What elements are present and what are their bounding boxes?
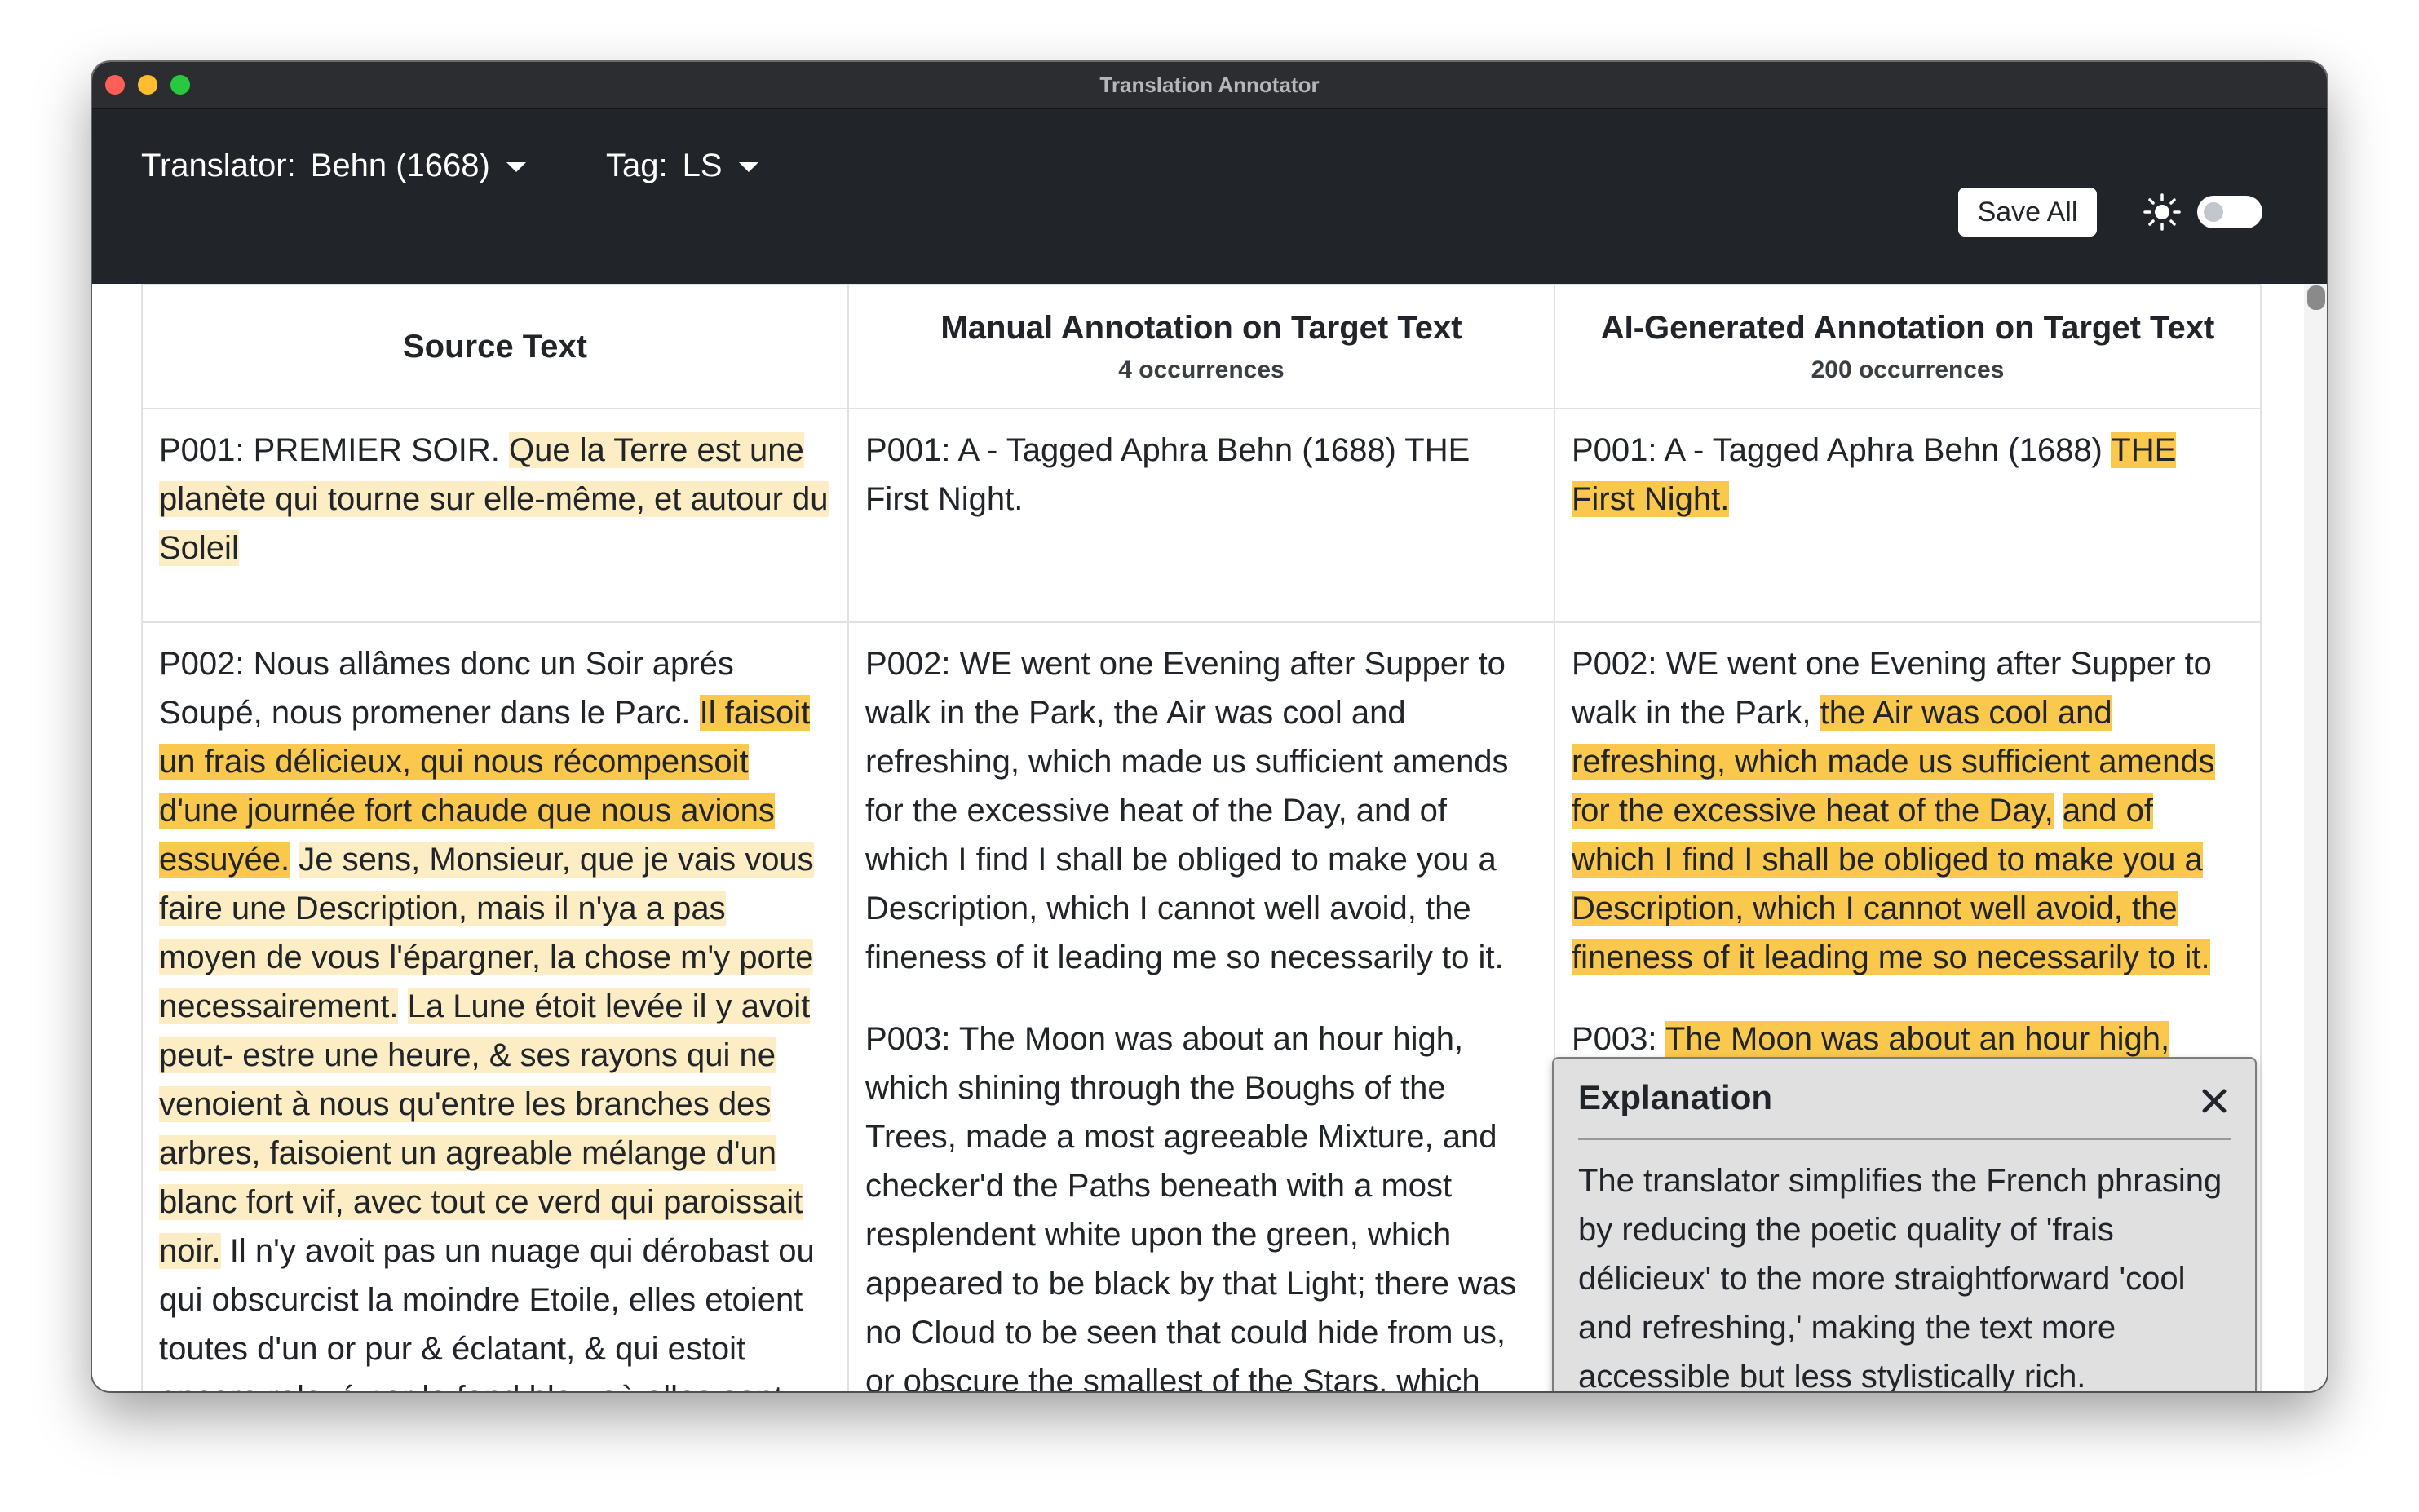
toolbar: Translator: Behn (1668) Tag: LS Save All [92,109,2327,284]
text-segment: P001: PREMIER SOIR. [159,432,510,468]
tag-label: Tag: [606,148,668,183]
header-title: Manual Annotation on Target Text [940,309,1462,346]
chevron-down-icon [506,162,526,173]
manual-paragraph: P002: WE went one Evening after Supper t… [865,639,1537,982]
text-segment [398,988,407,1024]
text-segment [2054,793,2063,829]
popup-header: Explanation [1578,1073,2231,1140]
toggle-knob [2204,202,2223,222]
window-title: Translation Annotator [1099,73,1320,97]
dark-mode-toggle[interactable] [2197,196,2262,228]
annotation-view: Source Text Manual Annotation on Target … [92,284,2327,1391]
header-manual: Manual Annotation on Target Text 4 occur… [847,284,1555,409]
source-cell: P002: Nous allâmes donc un Soir aprés So… [141,621,849,1391]
save-all-button[interactable]: Save All [1958,188,2097,237]
text-segment: P001: A - Tagged Aphra Behn (1688) [1572,432,2112,468]
text-segment: Il n'y avoit pas un nuage qui dérobast o… [159,1233,815,1391]
table-header-row: Source Text Manual Annotation on Target … [141,284,2262,409]
chevron-down-icon [738,162,758,173]
explanation-popup: Explanation The translator simplifies th… [1552,1057,2257,1391]
occurrence-count: 4 occurrences [1118,356,1285,383]
scrollbar-thumb[interactable] [2307,285,2325,310]
ai-cell: P001: A - Tagged Aphra Behn (1688) THE F… [1554,408,2262,623]
source-cell: P001: PREMIER SOIR. Que la Terre est une… [141,408,849,623]
source-paragraph: P002: Nous allâmes donc un Soir aprés So… [159,639,831,1391]
text-segment [290,842,299,878]
ai-paragraph: P001: A - Tagged Aphra Behn (1688) THE F… [1572,426,2244,524]
scrollbar[interactable] [2304,284,2327,1391]
title-bar: Translation Annotator [92,62,2327,109]
explanation-text: The translator simplifies the French phr… [1578,1163,2222,1391]
header-title: AI-Generated Annotation on Target Text [1600,309,2215,346]
tag-dropdown[interactable]: Tag: LS [606,109,758,222]
header-source: Source Text [141,284,849,409]
sun-icon [2143,193,2181,231]
translator-dropdown[interactable]: Translator: Behn (1668) [141,109,526,222]
translator-label: Translator: [141,148,296,183]
popup-title: Explanation [1578,1078,1773,1116]
manual-cell: P001: A - Tagged Aphra Behn (1688) THE F… [847,408,1555,623]
source-highlight[interactable]: La Lune étoit levée il y avoit peut- est… [159,988,811,1269]
header-ai: AI-Generated Annotation on Target Text 2… [1554,284,2262,409]
occurrence-count: 200 occurrences [1811,356,2005,383]
tag-value: LS [682,148,723,183]
text-segment: P002: Nous allâmes donc un Soir aprés So… [159,646,734,731]
header-title: Source Text [403,328,587,365]
app-window: Translation Annotator Translator: Behn (1… [92,62,2327,1391]
ai-paragraph: P002: WE went one Evening after Supper t… [1572,639,2244,982]
text-segment: P003: The Moon was about an hour high, w… [865,1021,1517,1391]
text-segment: P001: A - Tagged Aphra Behn (1688) THE F… [865,432,1470,517]
ai-highlight[interactable]: The Moon was about an hour high, [1665,1021,2170,1057]
manual-cell: P002: WE went one Evening after Supper t… [847,621,1555,1391]
close-icon[interactable] [2198,1085,2231,1117]
source-paragraph: P001: PREMIER SOIR. Que la Terre est une… [159,426,831,573]
text-segment: P002: WE went one Evening after Supper t… [865,646,1509,975]
table-row: P001: PREMIER SOIR. Que la Terre est une… [141,408,2262,623]
text-segment: P003: [1572,1021,1665,1057]
manual-paragraph: P003: The Moon was about an hour high, w… [865,1015,1537,1391]
manual-paragraph: P001: A - Tagged Aphra Behn (1688) THE F… [865,426,1537,524]
translator-value: Behn (1668) [310,148,490,183]
